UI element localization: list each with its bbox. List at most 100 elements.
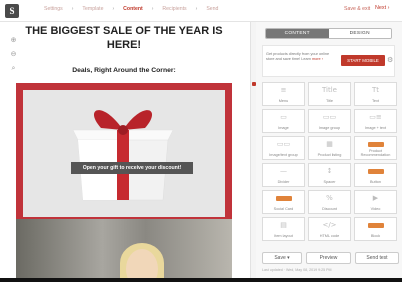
content-block-discount[interactable]: % Discount xyxy=(308,190,351,214)
gift-image-block[interactable]: Open your gift to receive your discount! xyxy=(16,83,232,224)
content-block-product-listing[interactable]: ▦ Product listing xyxy=(308,136,351,160)
block-label: Product listing xyxy=(317,153,342,157)
content-block-title[interactable]: Title Title xyxy=(308,82,351,106)
block-label: Image + text xyxy=(365,126,386,130)
gift-banner: Open your gift to receive your discount! xyxy=(71,162,193,174)
block-bar-icon xyxy=(275,195,292,201)
block-bar-icon xyxy=(367,222,384,228)
content-block-image-text[interactable]: ▭≡ Image + text xyxy=(354,109,397,133)
tab-content[interactable]: CONTENT xyxy=(266,29,329,38)
step-template[interactable]: Template xyxy=(82,6,103,12)
search-icon[interactable]: ⌕ xyxy=(9,64,18,73)
sidebar-tabs: CONTENT DESIGN xyxy=(265,28,392,39)
block-label: Spacer xyxy=(323,180,336,184)
chevron-right-icon: › xyxy=(112,6,115,12)
block-icon xyxy=(263,194,304,203)
email-canvas[interactable]: THE BIGGEST SALE OF THE YEAR IS HERE! De… xyxy=(0,22,250,280)
block-label: Item layout xyxy=(274,234,293,238)
send-test-button[interactable]: Send test xyxy=(355,252,399,264)
top-bar: S Settings › Template › Content › Recipi… xyxy=(0,0,402,22)
block-icon: ▤ xyxy=(280,221,287,229)
chevron-right-icon: › xyxy=(71,6,74,12)
block-label: Block xyxy=(370,234,381,238)
next-button[interactable]: Next › xyxy=(375,5,389,11)
save-label: Save xyxy=(274,255,286,261)
content-block-menu[interactable]: ≡ Menu xyxy=(262,82,305,106)
model-photo[interactable] xyxy=(16,219,232,280)
last-updated-note: Last updated · Wed, May 08, 2019 9:25 PM xyxy=(262,268,332,272)
content-block-spacer[interactable]: ↕ Spacer xyxy=(308,163,351,187)
block-icon: </> xyxy=(322,221,337,229)
app-logo-icon[interactable]: S xyxy=(5,4,19,18)
block-icon xyxy=(355,221,396,230)
email-title[interactable]: THE BIGGEST SALE OF THE YEAR IS HERE! xyxy=(16,24,232,52)
bottom-edge xyxy=(0,278,402,282)
step-recipients[interactable]: Recipients xyxy=(162,6,186,12)
email-preview[interactable]: THE BIGGEST SALE OF THE YEAR IS HERE! De… xyxy=(16,22,232,280)
block-label: HTML code xyxy=(319,234,340,238)
block-icon: Tt xyxy=(371,86,380,94)
content-sidebar: CONTENT DESIGN Get products directly fro… xyxy=(256,22,402,280)
block-label: Text xyxy=(372,99,379,103)
content-block-block[interactable]: Block xyxy=(354,217,397,241)
save-button[interactable]: Save ▾ xyxy=(262,252,302,264)
step-settings[interactable]: Settings xyxy=(44,6,63,12)
block-icon xyxy=(355,167,396,176)
block-icon: ▭≡ xyxy=(369,113,382,121)
step-content[interactable]: Content xyxy=(123,6,143,12)
content-block-item-layout[interactable]: ▤ Item layout xyxy=(262,217,305,241)
zoom-tools: ⊕ ⊖ ⌕ xyxy=(9,36,18,73)
save-exit-link[interactable]: Save & exit xyxy=(344,6,370,12)
block-icon: ↕ xyxy=(326,167,333,175)
tab-design[interactable]: DESIGN xyxy=(328,29,391,38)
next-label: Next xyxy=(375,5,387,11)
content-block-button[interactable]: Button xyxy=(354,163,397,187)
block-label: Image xyxy=(278,126,289,130)
breadcrumb: Settings › Template › Content › Recipien… xyxy=(44,6,218,12)
block-bar-icon xyxy=(367,141,384,147)
chevron-right-icon: › xyxy=(195,6,198,12)
block-icon: Title xyxy=(321,86,337,94)
content-blocks-grid: ≡ Menu Title Title Tt Text ▭ Image ▭▭ Image group… xyxy=(262,82,399,241)
content-block-product-recommendation[interactable]: Product Recommendation xyxy=(354,136,397,160)
block-icon: — xyxy=(280,167,287,175)
block-label: Image/text group xyxy=(269,153,298,157)
block-icon: % xyxy=(326,194,333,202)
block-label: Divider xyxy=(277,180,290,184)
block-label: Title xyxy=(325,99,334,103)
block-bar-icon xyxy=(367,168,384,174)
block-label: Social Card xyxy=(273,207,294,211)
content-block-video[interactable]: ▶ Video xyxy=(354,190,397,214)
content-block-image[interactable]: ▭ Image xyxy=(262,109,305,133)
chevron-right-icon: › xyxy=(151,6,154,12)
block-label: Button xyxy=(370,180,381,184)
block-icon: ▭ xyxy=(280,113,287,121)
block-icon: ▶ xyxy=(372,194,379,202)
promo-text: Get products directly from your online s… xyxy=(266,52,337,62)
content-block-image-group[interactable]: ▭▭ Image group xyxy=(308,109,351,133)
block-label: Menu xyxy=(278,99,289,103)
block-icon: ▦ xyxy=(326,140,333,148)
step-send[interactable]: Send xyxy=(206,6,218,12)
action-bar: Save ▾ Preview Send test xyxy=(256,252,402,266)
start-mobile-button[interactable]: START MOBILE xyxy=(341,55,385,66)
content-block-divider[interactable]: — Divider xyxy=(262,163,305,187)
learn-more-link[interactable]: more › xyxy=(312,57,323,61)
content-block-image-text-group[interactable]: ▭▭ Image/text group xyxy=(262,136,305,160)
content-block-text[interactable]: Tt Text xyxy=(354,82,397,106)
gift-box-icon xyxy=(72,110,174,201)
gift-image: Open your gift to receive your discount! xyxy=(23,90,225,217)
block-icon: ▭▭ xyxy=(276,140,291,148)
promo-box: Get products directly from your online s… xyxy=(262,45,395,77)
block-icon: ▭▭ xyxy=(322,113,337,121)
content-block-html-code[interactable]: </> HTML code xyxy=(308,217,351,241)
deals-heading[interactable]: Deals, Right Around the Corner: xyxy=(16,67,232,74)
preview-button[interactable]: Preview xyxy=(306,252,351,264)
zoom-out-icon[interactable]: ⊖ xyxy=(9,50,18,59)
block-label: Video xyxy=(370,207,381,211)
block-icon xyxy=(355,140,396,149)
content-block-social-card[interactable]: Social Card xyxy=(262,190,305,214)
zoom-in-icon[interactable]: ⊕ xyxy=(9,36,18,45)
block-icon: ≡ xyxy=(280,86,287,94)
gear-icon[interactable]: ⚙ xyxy=(387,56,393,64)
